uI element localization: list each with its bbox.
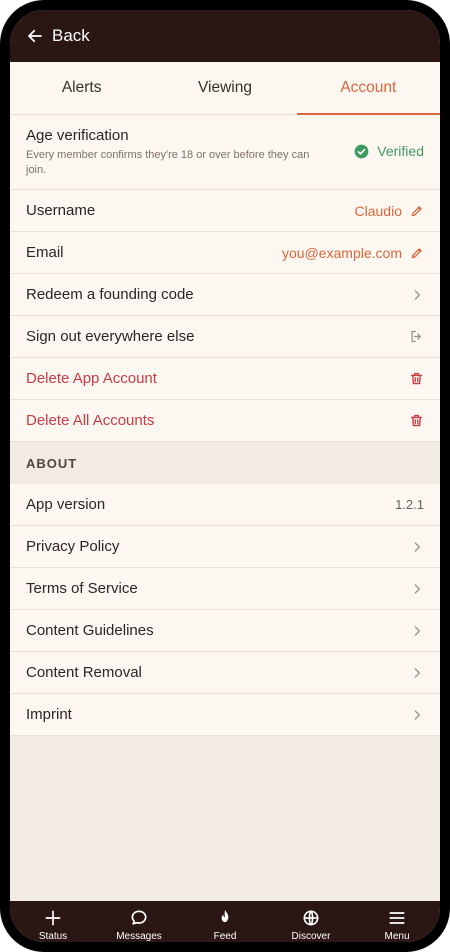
tab-alerts[interactable]: Alerts [10,62,153,114]
imprint-label: Imprint [26,706,72,723]
chat-icon [131,910,147,925]
nav-messages-label: Messages [116,931,162,942]
trash-icon [410,414,423,427]
chevron-right-icon [414,667,420,678]
age-verification-row: Age verification Every member confirms t… [10,115,440,190]
app-version-value: 1.2.1 [395,497,424,512]
app-screen: Back Alerts Viewing Account Age verifica… [10,10,440,942]
verified-label: Verified [377,143,424,159]
email-row[interactable]: Email you@example.com [10,232,440,274]
age-verification-title: Age verification [26,126,129,144]
content-guidelines-label: Content Guidelines [26,622,154,639]
chevron-right-icon [414,583,420,594]
content-removal-row[interactable]: Content Removal [10,652,440,694]
username-label: Username [26,202,96,219]
back-button[interactable]: Back [26,24,90,48]
bottom-navigation: Status Messages Feed Discover Menu [10,901,440,942]
top-bar: Back [10,10,440,62]
app-version-label: App version [26,496,106,513]
pencil-icon[interactable] [410,204,424,218]
trash-icon [410,372,423,385]
content-guidelines-row[interactable]: Content Guidelines [10,610,440,652]
nav-discover-label: Discover [291,931,331,942]
menu-icon [389,912,405,924]
terms-of-service-label: Terms of Service [26,580,138,597]
about-section-title: ABOUT [10,442,440,484]
check-circle-icon [354,144,369,158]
settings-tabs: Alerts Viewing Account [10,62,440,115]
age-verification-subtitle: Every member confirms they're 18 or over… [26,148,310,176]
verified-status: Verified [354,143,424,159]
tab-account[interactable]: Account [296,62,440,115]
nav-discover[interactable]: Discover [268,901,354,942]
privacy-policy-row[interactable]: Privacy Policy [10,526,440,568]
arrow-left-icon [28,29,42,43]
email-value-group: you@example.com [282,245,424,261]
flame-icon [221,909,229,923]
username-value: Claudio [354,202,402,219]
delete-all-accounts-label: Delete All Accounts [26,412,155,429]
logout-icon [411,330,421,343]
redeem-code-row[interactable]: Redeem a founding code [10,274,440,316]
sign-out-everywhere-label: Sign out everywhere else [26,328,195,345]
email-value: you@example.com [281,244,402,261]
back-label: Back [52,26,90,45]
terms-of-service-row[interactable]: Terms of Service [10,568,440,610]
nav-messages[interactable]: Messages [96,901,182,942]
account-settings-list: Age verification Every member confirms t… [10,115,440,736]
nav-menu-label: Menu [384,931,410,942]
app-version-row: App version 1.2.1 [10,484,440,526]
plus-icon [45,910,61,926]
phone-frame: Back Alerts Viewing Account Age verifica… [0,0,450,952]
email-label: Email [26,244,64,261]
nav-feed[interactable]: Feed [182,901,268,942]
chevron-right-icon [414,709,420,720]
sign-out-everywhere-row[interactable]: Sign out everywhere else [10,316,440,358]
privacy-policy-label: Privacy Policy [26,538,120,555]
imprint-row[interactable]: Imprint [10,694,440,736]
chevron-right-icon [414,541,420,552]
delete-app-account-label: Delete App Account [26,370,157,387]
nav-status-label: Status [38,931,68,942]
nav-menu[interactable]: Menu [354,901,440,942]
delete-all-accounts-row[interactable]: Delete All Accounts [10,400,440,442]
tab-viewing[interactable]: Viewing [153,62,296,114]
globe-icon [303,910,319,926]
pencil-icon[interactable] [410,246,424,260]
content-removal-label: Content Removal [26,664,142,681]
chevron-right-icon [414,289,420,300]
redeem-code-label: Redeem a founding code [26,286,194,303]
chevron-right-icon [414,625,420,636]
nav-feed-label: Feed [213,931,237,942]
username-row[interactable]: Username Claudio [10,190,440,232]
nav-status[interactable]: Status [10,901,96,942]
username-value-group: Claudio [355,203,424,219]
delete-app-account-row[interactable]: Delete App Account [10,358,440,400]
